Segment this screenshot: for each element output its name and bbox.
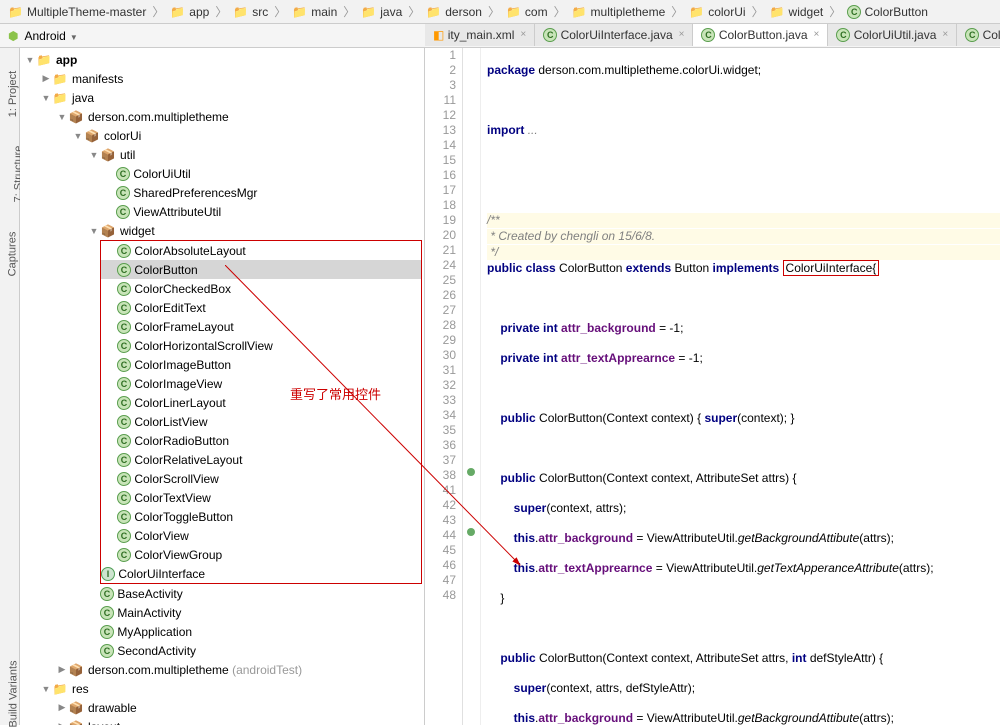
tree-app[interactable]: ▼📁app [20,50,424,69]
tree-widget[interactable]: ▼📦widget [20,221,424,240]
tree-class[interactable]: C ColorListView [101,412,421,431]
tree-class[interactable]: C ColorToggleButton [101,507,421,526]
project-view-selector[interactable]: Android▼ [24,29,77,43]
breadcrumb-item[interactable]: 📁MultipleTheme-master [4,5,150,19]
tree-class[interactable]: C ViewAttributeUtil [20,202,424,221]
breadcrumb-item[interactable]: 📁derson [422,5,486,19]
tree-colorui[interactable]: ▼📦colorUi [20,126,424,145]
breadcrumb-item[interactable]: 📁main [288,5,341,19]
tab-coloruiutil[interactable]: C ColorUiUtil.java× [828,24,957,46]
breadcrumb-item[interactable]: 📁widget [766,5,828,19]
annotation-label: 重写了常用控件 [290,384,381,403]
tree-manifests[interactable]: ▶📁manifests [20,69,424,88]
tab-interface[interactable]: C ColorUiInterface.java× [535,24,693,46]
tree-layout[interactable]: ▶📦layout [20,717,424,725]
tree-class[interactable]: C ColorRadioButton [101,431,421,450]
override-marker[interactable] [467,528,475,536]
tree-class[interactable]: C MainActivity [20,603,424,622]
breadcrumb-item[interactable]: 📁multipletheme [568,5,670,19]
tree-class[interactable]: C SecondActivity [20,641,424,660]
code-area[interactable]: package derson.com.multipletheme.colorUi… [481,48,1000,725]
breadcrumb-item[interactable]: 📁src [229,5,272,19]
tree-class[interactable]: C BaseActivity [20,584,424,603]
breadcrumb-item[interactable]: 📁java [357,5,406,19]
side-panel-project[interactable]: 1: Project [7,71,19,117]
tree-res[interactable]: ▼📁res [20,679,424,698]
fold-gutter [463,48,481,725]
tree-test-package[interactable]: ▶📦derson.com.multipletheme (androidTest) [20,660,424,679]
tree-class[interactable]: C SharedPreferencesMgr [20,183,424,202]
tab-colorlistv[interactable]: C ColorListV [957,24,1000,46]
side-panel-variants[interactable]: Build Variants [8,660,20,727]
line-gutter: 1231112131415161718192021242526272829303… [425,48,463,725]
android-icon: ⬢ [8,29,18,43]
tab-xml[interactable]: ◧ ity_main.xml× [425,24,535,46]
tree-package[interactable]: ▼📦derson.com.multipletheme [20,107,424,126]
side-panel-captures[interactable]: Captures [6,232,18,277]
code-editor[interactable]: 1231112131415161718192021242526272829303… [425,48,1000,725]
tree-class[interactable]: C ColorEditText [101,298,421,317]
override-marker[interactable] [467,468,475,476]
left-tool-stripe: 1: Project 7: Structure Captures Build V… [0,48,20,725]
tree-class[interactable]: C ColorView [101,526,421,545]
breadcrumb-item[interactable]: 📁app [166,5,213,19]
tree-java[interactable]: ▼📁java [20,88,424,107]
close-icon[interactable]: × [942,29,948,40]
tree-class[interactable]: C ColorViewGroup [101,545,421,564]
tree-class[interactable]: C ColorFrameLayout [101,317,421,336]
tree-class[interactable]: C ColorAbsoluteLayout [101,241,421,260]
breadcrumb-item[interactable]: 📁com [502,5,552,19]
close-icon[interactable]: × [520,29,526,40]
breadcrumb-bar: 📁MultipleTheme-master〉 📁app〉 📁src〉 📁main… [0,0,1000,24]
tree-class[interactable]: C ColorTextView [101,488,421,507]
tree-class[interactable]: C ColorImageButton [101,355,421,374]
breadcrumb-item[interactable]: C ColorButton [843,5,932,19]
project-tree[interactable]: ▼📁app ▶📁manifests ▼📁java ▼📦derson.com.mu… [20,48,425,725]
tree-interface[interactable]: I ColorUiInterface [101,564,421,583]
tree-class[interactable]: C ColorHorizontalScrollView [101,336,421,355]
tree-class[interactable]: C ColorRelativeLayout [101,450,421,469]
close-icon[interactable]: × [814,29,820,40]
tree-class[interactable]: C MyApplication [20,622,424,641]
tree-drawable[interactable]: ▶📦drawable [20,698,424,717]
breadcrumb-item[interactable]: 📁colorUi [685,5,749,19]
tree-class[interactable]: C ColorUiUtil [20,164,424,183]
editor-tabs: ◧ ity_main.xml× C ColorUiInterface.java×… [425,24,1000,46]
tree-class[interactable]: C ColorCheckedBox [101,279,421,298]
tree-class[interactable]: C ColorScrollView [101,469,421,488]
tree-class-colorbutton[interactable]: C ColorButton [101,260,421,279]
tree-util[interactable]: ▼📦util [20,145,424,164]
tab-colorbutton[interactable]: C ColorButton.java× [693,24,828,46]
close-icon[interactable]: × [679,29,685,40]
